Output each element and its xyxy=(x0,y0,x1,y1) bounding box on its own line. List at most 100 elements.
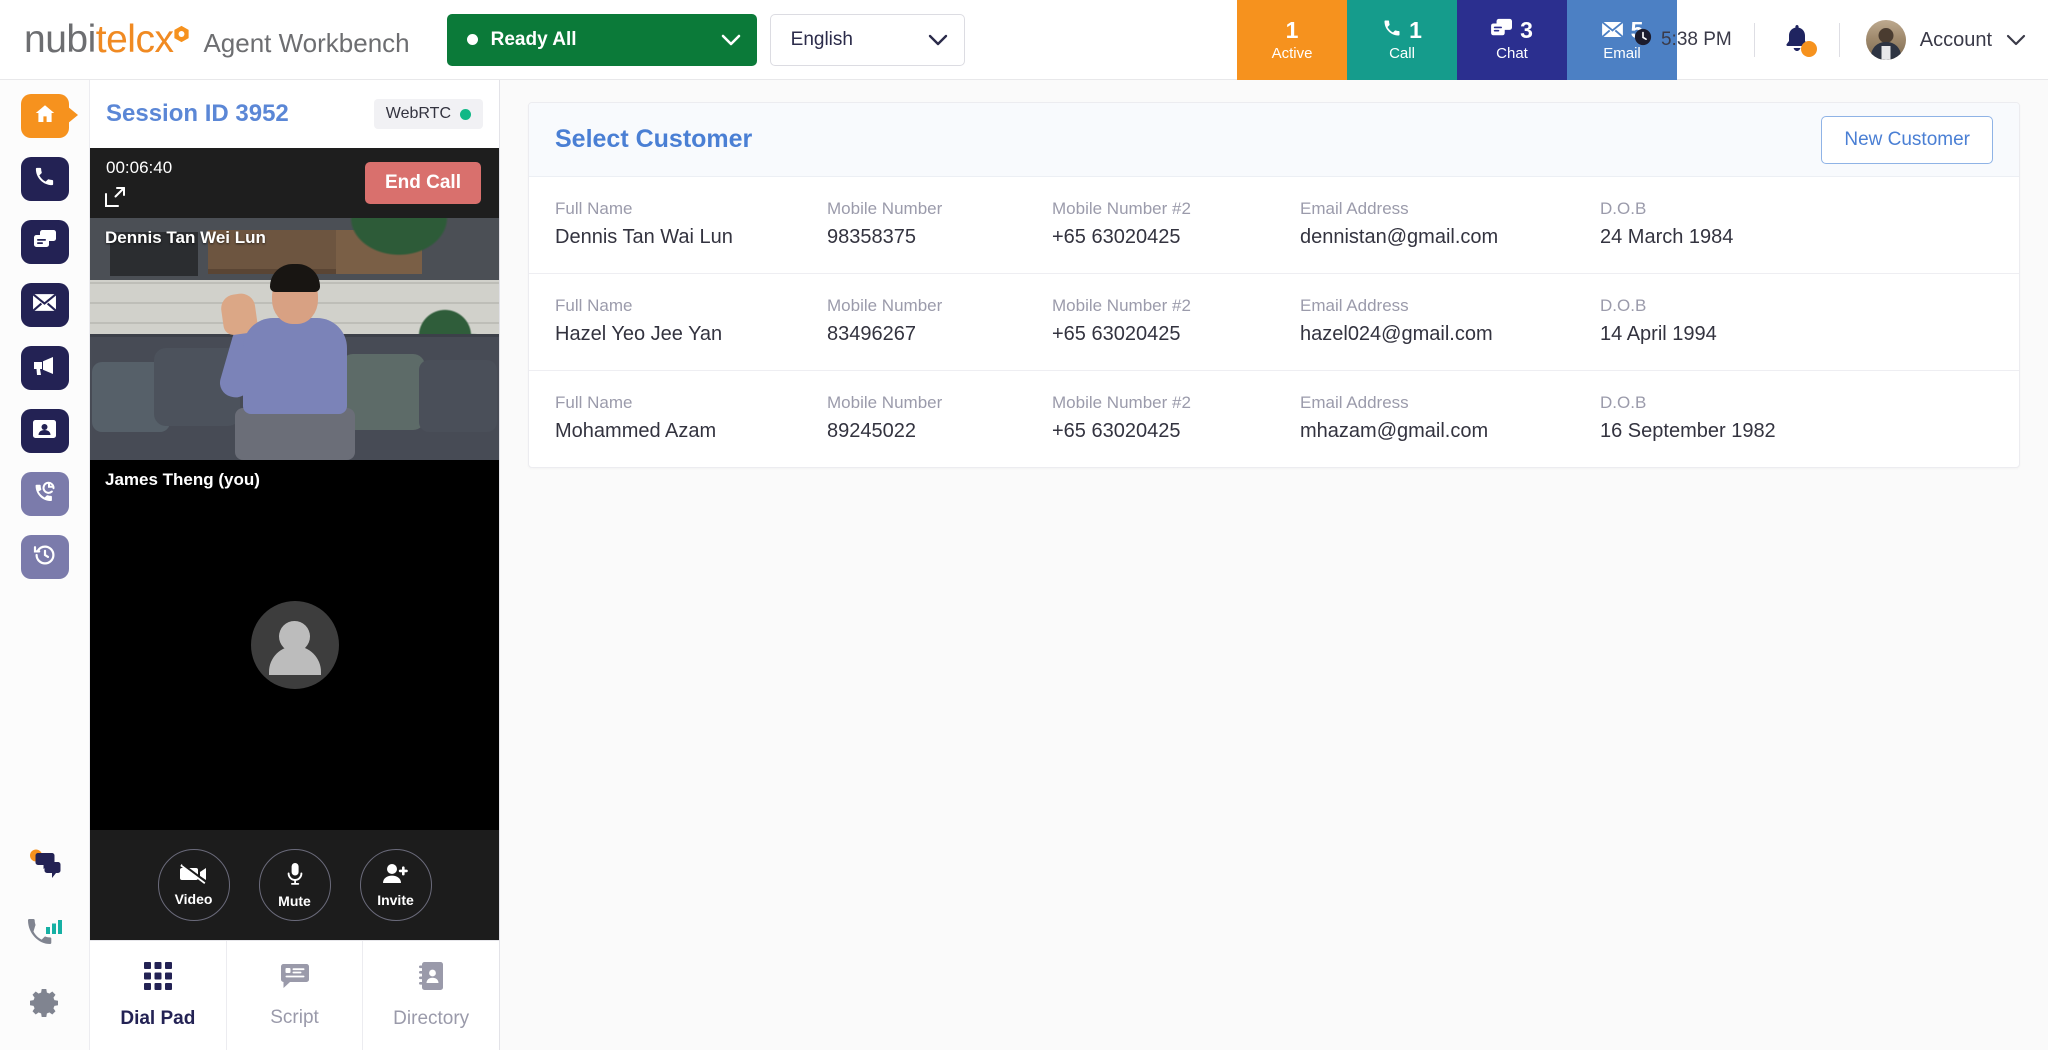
local-video[interactable]: James Theng (you) xyxy=(90,460,499,830)
clock-icon xyxy=(1634,28,1652,52)
notification-badge-dot xyxy=(1800,40,1817,57)
sidebar-item-conversations[interactable] xyxy=(28,849,62,884)
sidebar-item-callback[interactable] xyxy=(20,472,69,516)
tab-dial-pad-label: Dial Pad xyxy=(120,1007,196,1029)
sidebar-item-contacts[interactable] xyxy=(20,409,69,453)
sidebar-item-voice[interactable] xyxy=(20,157,69,201)
value-email: hazel024@gmail.com xyxy=(1300,323,1493,345)
badge-call-label: Call xyxy=(1389,44,1415,62)
table-row[interactable]: Full Name Mohammed Azam Mobile Number 89… xyxy=(529,371,2019,467)
sidebar-item-settings[interactable] xyxy=(29,987,61,1024)
clock-time: 5:38 PM xyxy=(1660,29,1732,50)
value-mobile: 83496267 xyxy=(827,323,916,345)
sidebar-item-campaign[interactable] xyxy=(20,346,69,390)
invite-button[interactable]: Invite xyxy=(359,849,432,921)
phone-callback-icon xyxy=(33,480,57,509)
hexagon-badge-icon xyxy=(173,9,190,42)
value-full-name: Mohammed Azam xyxy=(555,420,717,442)
connection-label: WebRTC xyxy=(385,105,451,122)
end-call-button[interactable]: End Call xyxy=(364,162,481,204)
sidebar-item-call-stats[interactable] xyxy=(27,918,63,953)
value-mobile: 98358375 xyxy=(827,226,916,248)
cell-mobile-2: Mobile Number #2 +65 63020425 xyxy=(1052,199,1300,249)
expand-icon[interactable] xyxy=(104,186,126,213)
gear-icon xyxy=(29,987,61,1024)
invite-label: Invite xyxy=(377,891,414,908)
status-indicator-dot xyxy=(466,34,478,45)
column-header-dob: D.O.B xyxy=(1600,199,1647,218)
column-header-mobile-2: Mobile Number #2 xyxy=(1052,393,1191,412)
phone-icon xyxy=(1382,18,1402,42)
home-icon xyxy=(33,102,57,131)
script-icon xyxy=(280,963,309,994)
cell-mobile-2: Mobile Number #2 +65 63020425 xyxy=(1052,296,1300,346)
chat-icon xyxy=(33,229,57,256)
sidebar-item-chat[interactable] xyxy=(20,220,69,264)
session-id-title: Session ID 3952 xyxy=(106,100,289,127)
badge-chat[interactable]: 3 Chat xyxy=(1457,0,1567,80)
agent-status-select[interactable]: Ready All xyxy=(446,13,757,66)
agent-workbench-app: nubitelcx Agent Workbench Ready All Engl… xyxy=(0,0,2048,1050)
logo-text: nubitelcx xyxy=(24,17,190,62)
top-bar-right: 5:38 PM Account xyxy=(1634,0,2026,80)
history-clock-icon xyxy=(33,543,57,572)
mute-toggle-label: Mute xyxy=(278,892,311,909)
video-toggle-button[interactable]: Video xyxy=(157,849,230,921)
cell-mobile: Mobile Number 98358375 xyxy=(827,199,1052,249)
sidebar-item-history[interactable] xyxy=(20,535,69,579)
value-mobile-2: +65 63020425 xyxy=(1052,420,1181,442)
session-panel: Session ID 3952 WebRTC 00:06:40 End Call xyxy=(90,80,500,1050)
mute-toggle-button[interactable]: Mute xyxy=(258,849,331,921)
chat-icon xyxy=(1491,18,1513,42)
chevron-down-icon xyxy=(2006,34,2026,46)
column-header-full-name: Full Name xyxy=(555,199,633,218)
sidebar-item-home[interactable] xyxy=(20,94,78,138)
column-header-mobile: Mobile Number xyxy=(827,199,943,218)
badge-active-label: Active xyxy=(1271,44,1313,62)
cell-mobile-2: Mobile Number #2 +65 63020425 xyxy=(1052,393,1300,443)
app-title: Agent Workbench xyxy=(203,27,410,58)
value-full-name: Dennis Tan Wai Lun xyxy=(555,226,733,248)
badge-active-count: 1 xyxy=(1285,17,1299,44)
tab-directory[interactable]: Directory xyxy=(363,941,499,1050)
agent-status-label: Ready All xyxy=(490,28,577,50)
call-control-bar: 00:06:40 End Call xyxy=(90,148,499,218)
remote-video[interactable]: Dennis Tan Wei Lun xyxy=(90,218,499,460)
column-header-mobile-2: Mobile Number #2 xyxy=(1052,199,1191,218)
language-select[interactable]: English xyxy=(769,13,965,66)
badge-call[interactable]: 1 Call xyxy=(1347,0,1457,80)
table-row[interactable]: Full Name Dennis Tan Wai Lun Mobile Numb… xyxy=(529,177,2019,274)
video-controls: Video Mute Invite xyxy=(90,830,499,940)
clock: 5:38 PM xyxy=(1634,28,1754,52)
value-mobile-2: +65 63020425 xyxy=(1052,323,1181,345)
cell-email: Email Address dennistan@gmail.com xyxy=(1300,199,1600,249)
chat-bubbles-icon xyxy=(28,849,62,884)
session-tab-bar: Dial Pad Script Directory xyxy=(90,940,499,1050)
table-row[interactable]: Full Name Hazel Yeo Jee Yan Mobile Numbe… xyxy=(529,274,2019,371)
select-customer-card: Select Customer New Customer Full Name D… xyxy=(528,102,2020,468)
connection-status-badge: WebRTC xyxy=(373,99,483,129)
badge-call-count: 1 xyxy=(1409,17,1422,44)
phone-signal-icon xyxy=(27,918,63,953)
badge-active[interactable]: 1 Active xyxy=(1237,0,1347,80)
tab-script[interactable]: Script xyxy=(227,941,364,1050)
brand-logo[interactable]: nubitelcx Agent Workbench xyxy=(0,18,410,62)
notifications-button[interactable] xyxy=(1755,23,1839,58)
person-add-icon xyxy=(382,863,410,890)
logo-part-1: nubi xyxy=(24,17,96,61)
tab-dial-pad[interactable]: Dial Pad xyxy=(90,941,227,1050)
cell-email: Email Address mhazam@gmail.com xyxy=(1300,393,1600,443)
remote-participant-name: Dennis Tan Wei Lun xyxy=(105,228,266,247)
sidebar-item-email[interactable] xyxy=(20,283,69,327)
badge-chat-count: 3 xyxy=(1520,17,1533,44)
logo-part-2: tel xyxy=(95,17,136,61)
new-customer-button[interactable]: New Customer xyxy=(1821,115,1993,164)
cell-email: Email Address hazel024@gmail.com xyxy=(1300,296,1600,346)
account-menu[interactable]: Account xyxy=(1840,20,2026,60)
column-header-dob: D.O.B xyxy=(1600,393,1647,412)
video-toggle-label: Video xyxy=(174,890,213,907)
session-header: Session ID 3952 WebRTC xyxy=(90,80,499,148)
page-title: Select Customer xyxy=(555,125,753,153)
tab-script-label: Script xyxy=(270,1006,319,1028)
column-header-mobile: Mobile Number xyxy=(827,296,943,315)
